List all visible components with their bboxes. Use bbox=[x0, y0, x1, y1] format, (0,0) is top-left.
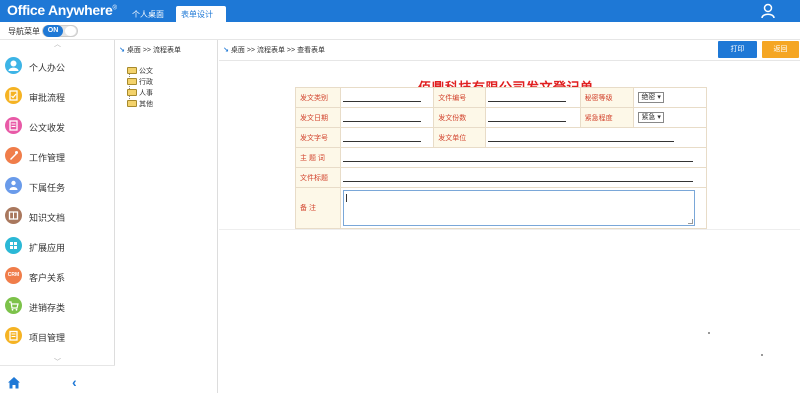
doc-number-input[interactable] bbox=[488, 93, 567, 102]
book-icon bbox=[5, 207, 22, 224]
breadcrumb: ↘ 桌面 >> 流程表单 bbox=[119, 47, 181, 54]
divider bbox=[219, 60, 800, 61]
field-label: 发文字号 bbox=[294, 127, 342, 148]
sidebar-item-inventory[interactable]: 进销存类 bbox=[0, 292, 115, 320]
field-label: 秘密等级 bbox=[579, 87, 635, 108]
tab-personal-desktop[interactable]: 个人桌面 bbox=[124, 6, 176, 22]
sidebar-item-label: 项目管理 bbox=[29, 333, 66, 343]
form-category-panel: ↘ 桌面 >> 流程表单 公文 行政 人事 其他 bbox=[116, 40, 218, 393]
sidebar-item-label: 下属任务 bbox=[29, 183, 66, 193]
sidebar-item-projects[interactable]: 项目管理 bbox=[0, 322, 115, 350]
resize-grip-icon[interactable] bbox=[688, 219, 694, 224]
sidebar-item-label: 工作管理 bbox=[29, 153, 66, 163]
field-label: 文件标题 bbox=[294, 167, 342, 188]
document-icon bbox=[5, 117, 22, 134]
doc-date-input[interactable] bbox=[343, 113, 422, 122]
subject-input[interactable] bbox=[343, 153, 694, 162]
sidebar-item-approval[interactable]: 审批流程 bbox=[0, 82, 115, 110]
folder-icon bbox=[127, 89, 137, 96]
field-label: 紧急程度 bbox=[579, 107, 635, 128]
sidebar-scroll-up-icon[interactable]: ︿ bbox=[0, 40, 115, 50]
team-icon bbox=[5, 177, 22, 194]
folder-icon bbox=[127, 67, 137, 74]
apps-icon bbox=[5, 237, 22, 254]
sidebar-item-label: 审批流程 bbox=[29, 93, 66, 103]
tree-folder-admin[interactable]: 行政 bbox=[127, 77, 153, 88]
home-icon[interactable] bbox=[7, 376, 21, 389]
toggle-state: ON bbox=[43, 25, 63, 37]
tree-folder-official[interactable]: 公文 bbox=[127, 66, 153, 77]
field-label: 发文类别 bbox=[294, 87, 342, 108]
text-cursor bbox=[346, 194, 348, 202]
divider bbox=[219, 229, 800, 230]
doc-unit-input[interactable] bbox=[488, 133, 675, 142]
approval-icon bbox=[5, 87, 22, 104]
toggle-knob bbox=[65, 26, 76, 36]
doc-copies-input[interactable] bbox=[488, 113, 567, 122]
artifact-dot bbox=[708, 332, 710, 334]
breadcrumb-page: 查看表单 bbox=[297, 47, 326, 54]
nav-menu-toggle[interactable]: ON bbox=[42, 25, 78, 37]
doc-code-input[interactable] bbox=[343, 133, 422, 142]
folder-icon bbox=[127, 100, 137, 107]
breadcrumb-page: 流程表单 bbox=[152, 47, 181, 54]
field-label: 发文份数 bbox=[433, 107, 487, 128]
sidebar-item-tasks[interactable]: 下属任务 bbox=[0, 172, 115, 200]
field-label: 发文单位 bbox=[433, 127, 487, 148]
print-button[interactable]: 打印 bbox=[718, 41, 757, 58]
sidebar-item-label: 客户关系 bbox=[29, 273, 66, 283]
main-content: ↘桌面 >> 流程表单 >> 查看表单 打印 返回 佰鼎科技有限公司发文登记单 … bbox=[219, 40, 800, 393]
field-label: 文件编号 bbox=[433, 87, 487, 108]
nav-toggle-bar: 导航菜单 ON bbox=[0, 22, 800, 40]
breadcrumb-home[interactable]: 桌面 bbox=[231, 47, 245, 54]
sidebar-item-label: 知识文档 bbox=[29, 213, 66, 223]
top-bar: Office Anywhere® 个人桌面 表单设计× bbox=[0, 0, 800, 29]
sidebar-item-documents[interactable]: 公文收发 bbox=[0, 112, 115, 140]
back-button[interactable]: 返回 bbox=[762, 41, 799, 58]
urgency-select[interactable]: 紧急 ▾ bbox=[638, 112, 664, 123]
sidebar-item-label: 进销存类 bbox=[29, 303, 66, 313]
sidebar-item-knowledge[interactable]: 知识文档 bbox=[0, 202, 115, 230]
user-icon[interactable] bbox=[760, 3, 776, 19]
remarks-textarea[interactable] bbox=[343, 190, 696, 226]
field-label: 发文日期 bbox=[294, 107, 342, 128]
sidebar-item-work[interactable]: 工作管理 bbox=[0, 142, 115, 170]
folder-icon bbox=[127, 78, 137, 85]
breadcrumb-arrow-icon: ↘ bbox=[223, 47, 229, 54]
registration-form: 发文类别 文件编号 秘密等级 绝密 ▾ 发文日期 发文份数 紧急程度 紧急 ▾ … bbox=[294, 87, 707, 229]
breadcrumb-section[interactable]: 流程表单 bbox=[257, 47, 285, 54]
breadcrumb-arrow-icon: ↘ bbox=[119, 47, 125, 54]
crm-icon: CRM bbox=[5, 267, 22, 284]
main-breadcrumb: ↘ 桌面 >> 流程表单 >> 查看表单 bbox=[223, 47, 326, 54]
secret-level-select[interactable]: 绝密 ▾ bbox=[638, 92, 664, 103]
doc-type-input[interactable] bbox=[343, 93, 422, 102]
sidebar-item-label: 公文收发 bbox=[29, 123, 66, 133]
file-title-input[interactable] bbox=[343, 173, 694, 182]
sidebar-item-label: 个人办公 bbox=[29, 63, 66, 73]
field-label: 主 题 词 bbox=[294, 147, 342, 168]
app-logo: Office Anywhere® bbox=[7, 2, 117, 18]
field-label: 备 注 bbox=[294, 187, 342, 229]
collapse-sidebar-icon[interactable]: ‹ bbox=[72, 374, 77, 390]
sidebar: ︿ 个人办公 审批流程 公文收发 工作管理 下属任务 知识文档 扩展应用 CRM… bbox=[0, 40, 115, 393]
sidebar-item-extensions[interactable]: 扩展应用 bbox=[0, 232, 115, 260]
project-icon bbox=[5, 327, 22, 344]
tab-form-design[interactable]: 表单设计× bbox=[176, 6, 226, 29]
sidebar-item-crm[interactable]: CRM 客户关系 bbox=[0, 262, 115, 290]
artifact-dot bbox=[761, 354, 763, 356]
sidebar-item-personal[interactable]: 个人办公 bbox=[0, 52, 115, 80]
person-icon bbox=[5, 57, 22, 74]
cart-icon bbox=[5, 297, 22, 314]
tree-folder-other[interactable]: 其他 bbox=[127, 99, 153, 110]
sidebar-footer: ‹ bbox=[0, 365, 115, 393]
breadcrumb-home[interactable]: 桌面 bbox=[127, 47, 141, 54]
sidebar-item-label: 扩展应用 bbox=[29, 243, 66, 253]
work-icon bbox=[5, 147, 22, 164]
nav-menu-label: 导航菜单 bbox=[8, 27, 40, 36]
tree-folder-hr[interactable]: 人事 bbox=[127, 88, 153, 99]
